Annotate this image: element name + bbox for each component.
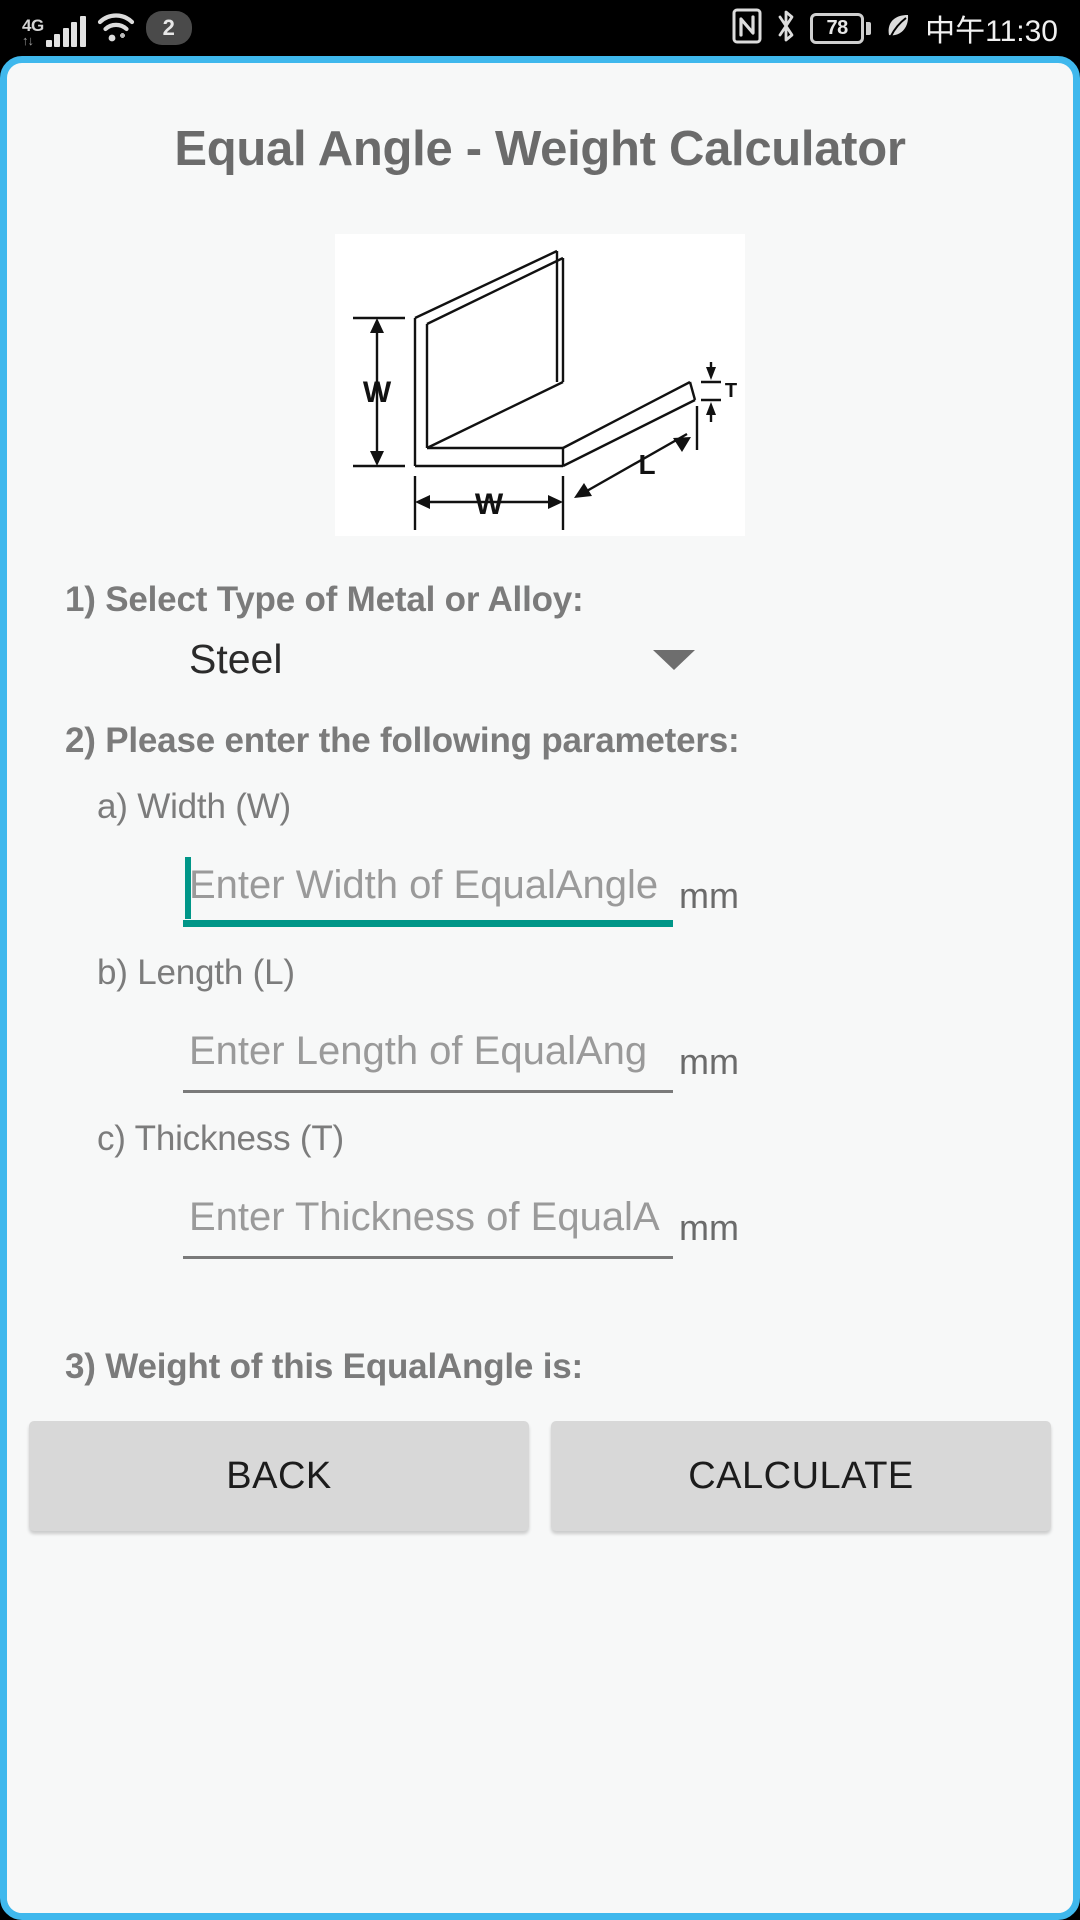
- length-field-label: b) Length (L): [97, 953, 295, 992]
- app-page: Equal Angle - Weight Calculator W W T L …: [7, 121, 1073, 1913]
- length-input-underline: [183, 1090, 673, 1093]
- thickness-field-label: c) Thickness (T): [97, 1119, 345, 1158]
- bluetooth-icon: [775, 8, 797, 49]
- status-bar-left: 4G ↑↓ 2: [22, 9, 192, 47]
- thickness-input-row: Enter Thickness of EqualA mm: [183, 1175, 1073, 1259]
- battery-level-label: 78: [810, 12, 865, 44]
- network-updown-label: ↑↓: [22, 33, 34, 48]
- section1-label: 1) Select Type of Metal or Alloy:: [65, 580, 584, 619]
- metal-type-dropdown[interactable]: Steel: [189, 636, 701, 683]
- wifi-icon: [97, 12, 135, 44]
- page-title: Equal Angle - Weight Calculator: [174, 122, 906, 176]
- battery-icon: 78: [810, 12, 872, 44]
- chevron-down-icon: [653, 649, 695, 670]
- status-bar: 4G ↑↓ 2 78 中午11:30: [0, 0, 1080, 56]
- section3-label: 3) Weight of this EqualAngle is:: [65, 1347, 583, 1386]
- thickness-input-underline: [183, 1256, 673, 1259]
- field-group-thickness: c) Thickness (T) Enter Thickness of Equa…: [7, 1119, 1073, 1259]
- length-input-row: Enter Length of EqualAng mm: [183, 1009, 1073, 1093]
- button-bar: BACK CALCULATE: [29, 1421, 1051, 1531]
- signal-icon: 4G ↑↓: [22, 9, 86, 47]
- sim-badge-icon: 2: [145, 11, 192, 45]
- clock-label: 中午11:30: [925, 15, 1058, 48]
- text-cursor-icon: [185, 857, 191, 919]
- diagram-label-thickness: T: [725, 380, 737, 402]
- length-input-placeholder: Enter Length of EqualAng: [189, 1028, 648, 1073]
- calculate-button[interactable]: CALCULATE: [551, 1421, 1051, 1531]
- section-parameters: 2) Please enter the following parameters…: [65, 721, 1073, 761]
- metal-type-selected-value: Steel: [189, 636, 283, 682]
- status-bar-right: 78 中午11:30: [732, 6, 1058, 50]
- width-input-placeholder: Enter Width of EqualAngle: [189, 862, 659, 907]
- leaf-icon: [884, 10, 912, 47]
- section-result: 3) Weight of this EqualAngle is:: [65, 1347, 1073, 1387]
- diagram-label-width: W: [475, 488, 504, 521]
- signal-bars-icon: [45, 16, 86, 47]
- length-input[interactable]: Enter Length of EqualAng: [183, 1009, 673, 1093]
- equal-angle-diagram: W W T L: [335, 234, 745, 536]
- section-metal-type: 1) Select Type of Metal or Alloy:: [65, 580, 1073, 620]
- width-field-label: a) Width (W): [97, 787, 291, 826]
- diagram-label-length: L: [638, 449, 655, 480]
- thickness-unit-label: mm: [679, 1207, 739, 1248]
- thickness-input[interactable]: Enter Thickness of EqualA: [183, 1175, 673, 1259]
- width-input-underline: [183, 920, 673, 927]
- network-type-label: 4G: [22, 16, 44, 35]
- nfc-icon: [732, 8, 762, 49]
- thickness-input-placeholder: Enter Thickness of EqualA: [189, 1194, 660, 1239]
- width-input[interactable]: Enter Width of EqualAngle: [183, 843, 673, 927]
- length-unit-label: mm: [679, 1041, 739, 1082]
- section2-label: 2) Please enter the following parameters…: [65, 721, 740, 760]
- field-group-length: b) Length (L) Enter Length of EqualAng m…: [7, 953, 1073, 1093]
- width-unit-label: mm: [679, 875, 739, 916]
- back-button[interactable]: BACK: [29, 1421, 529, 1531]
- field-group-width: a) Width (W) Enter Width of EqualAngle m…: [7, 787, 1073, 927]
- diagram-label-height: W: [363, 376, 392, 409]
- width-input-row: Enter Width of EqualAngle mm: [183, 843, 1073, 927]
- app-window: Equal Angle - Weight Calculator W W T L …: [0, 56, 1080, 1920]
